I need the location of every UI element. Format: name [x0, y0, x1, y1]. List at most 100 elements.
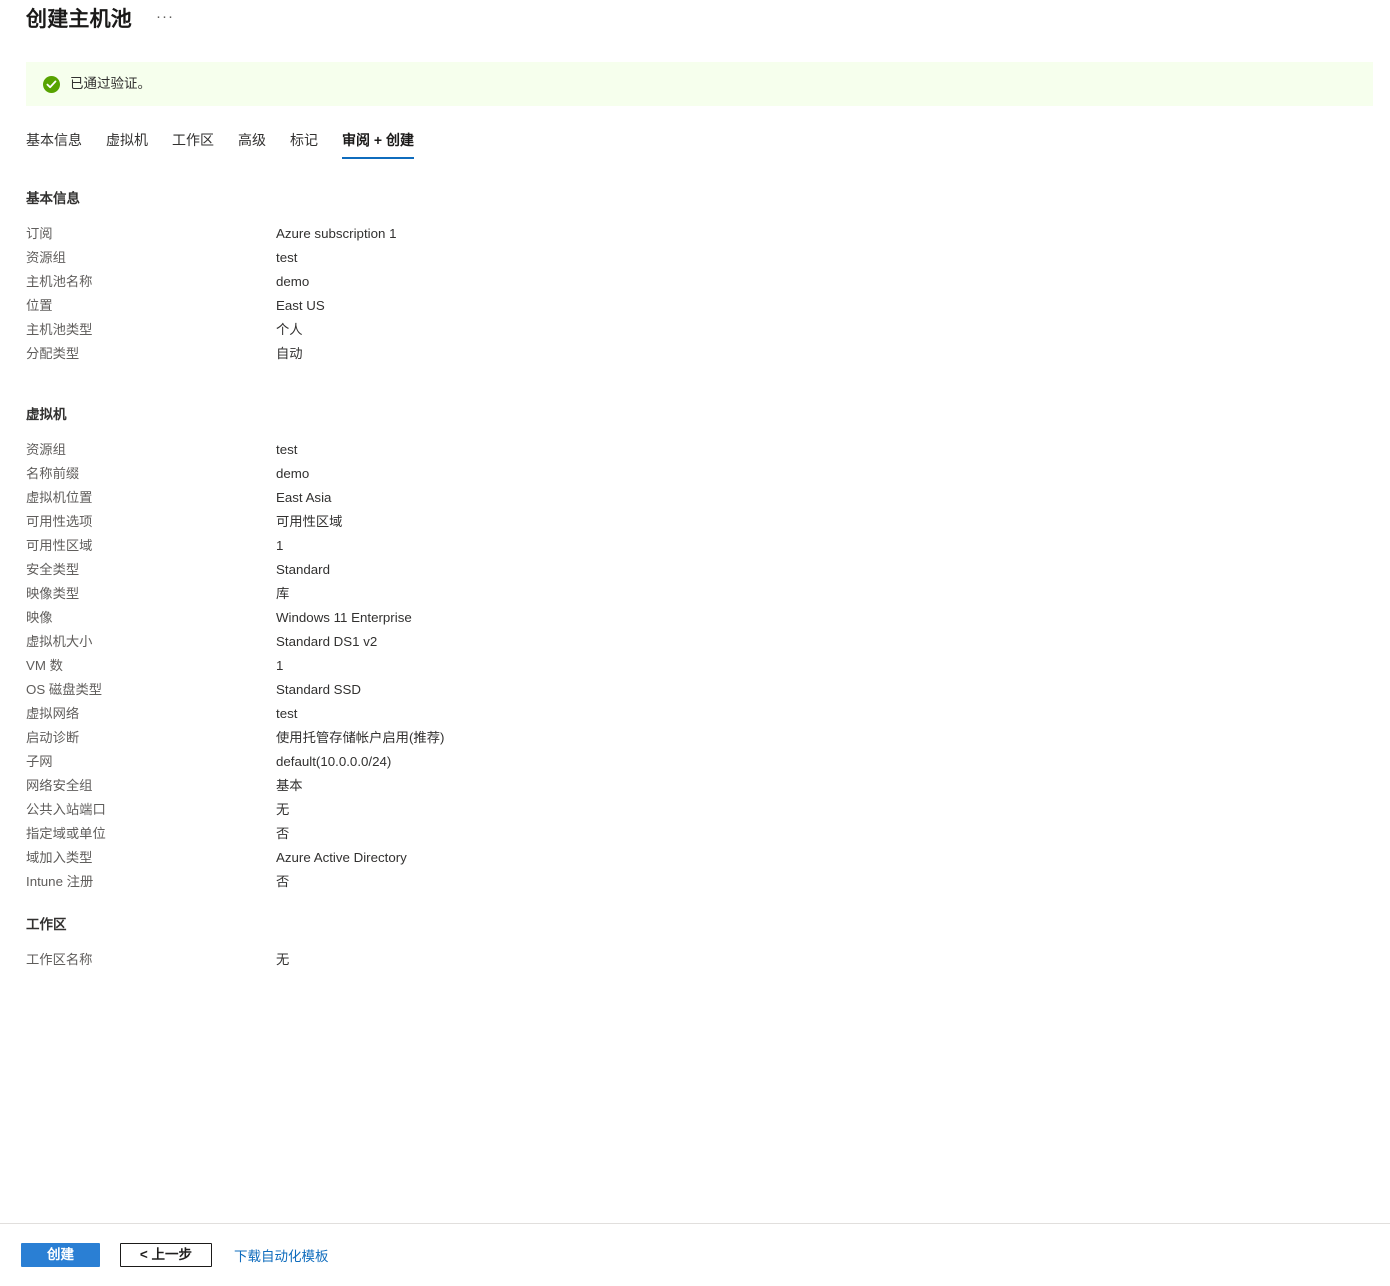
- row-value: 1: [276, 658, 284, 673]
- row-label: 子网: [26, 754, 53, 769]
- row-label: 虚拟机大小: [26, 634, 93, 649]
- page-header: 创建主机池 ···: [0, 0, 1390, 40]
- row-assignment-type: 分配类型 自动: [26, 342, 1390, 366]
- row-label: 映像类型: [26, 586, 80, 601]
- row-value: Standard SSD: [276, 682, 362, 697]
- download-template-button[interactable]: 下载自动化模板: [234, 1245, 329, 1265]
- row-value: demo: [276, 274, 310, 289]
- row-value: 库: [276, 586, 290, 601]
- row-label: Intune 注册: [26, 874, 94, 889]
- row-label: 可用性区域: [26, 538, 93, 553]
- section-virtual-machines-title: 虚拟机: [26, 407, 67, 422]
- validation-banner: 已通过验证。: [26, 62, 1373, 106]
- row-vm-resource-group: 资源组 test: [26, 438, 1390, 462]
- row-value: 无: [276, 952, 290, 967]
- row-host-pool-name: 主机池名称 demo: [26, 270, 1390, 294]
- more-options-icon[interactable]: ···: [152, 6, 178, 34]
- row-image: 映像 Windows 11 Enterprise: [26, 606, 1390, 630]
- validation-banner-text: 已通过验证。: [70, 76, 151, 92]
- row-value: 1: [276, 538, 284, 553]
- row-value: test: [276, 250, 298, 265]
- row-label: 工作区名称: [26, 952, 93, 967]
- row-value: 个人: [276, 322, 303, 337]
- row-value: Standard DS1 v2: [276, 634, 378, 649]
- row-vm-size: 虚拟机大小 Standard DS1 v2: [26, 630, 1390, 654]
- row-virtual-network: 虚拟网络 test: [26, 702, 1390, 726]
- row-label: 网络安全组: [26, 778, 93, 793]
- row-value: default(10.0.0.0/24): [276, 754, 392, 769]
- create-button[interactable]: 创建: [21, 1243, 100, 1267]
- row-availability-zone: 可用性区域 1: [26, 534, 1390, 558]
- row-label: 启动诊断: [26, 730, 80, 745]
- section-workspace-title: 工作区: [26, 917, 67, 932]
- row-image-type: 映像类型 库: [26, 582, 1390, 606]
- row-label: 订阅: [26, 226, 53, 241]
- row-label: 域加入类型: [26, 850, 93, 865]
- row-workspace-name: 工作区名称 无: [26, 948, 1390, 972]
- row-boot-diagnostics: 启动诊断 使用托管存储帐户启用(推荐): [26, 726, 1390, 750]
- section-workspace: 工作区 工作区名称 无: [0, 916, 1390, 972]
- check-circle-icon: [43, 75, 60, 93]
- row-name-prefix: 名称前缀 demo: [26, 462, 1390, 486]
- row-value: 否: [276, 874, 290, 889]
- wizard-tabs: 基本信息 虚拟机 工作区 高级 标记 审阅 + 创建: [26, 131, 426, 159]
- row-label: 映像: [26, 610, 53, 625]
- review-content: 基本信息 订阅 Azure subscription 1 资源组 test 主机…: [0, 190, 1390, 1226]
- row-label: 位置: [26, 298, 53, 313]
- tab-tags[interactable]: 标记: [278, 131, 330, 159]
- row-label: 虚拟机位置: [26, 490, 93, 505]
- row-resource-group: 资源组 test: [26, 246, 1390, 270]
- row-value: 无: [276, 802, 290, 817]
- row-availability-option: 可用性选项 可用性区域: [26, 510, 1390, 534]
- row-value: East Asia: [276, 490, 332, 505]
- row-host-pool-type: 主机池类型 个人: [26, 318, 1390, 342]
- row-label: 主机池名称: [26, 274, 93, 289]
- row-value: Standard: [276, 562, 330, 577]
- row-value: Azure Active Directory: [276, 850, 407, 865]
- row-value: demo: [276, 466, 310, 481]
- tab-basics[interactable]: 基本信息: [26, 131, 94, 159]
- row-label: 虚拟网络: [26, 706, 80, 721]
- row-label: 主机池类型: [26, 322, 93, 337]
- row-label: 可用性选项: [26, 514, 93, 529]
- row-vm-count: VM 数 1: [26, 654, 1390, 678]
- row-location: 位置 East US: [26, 294, 1390, 318]
- row-network-security-group: 网络安全组 基本: [26, 774, 1390, 798]
- row-domain-join-type: 域加入类型 Azure Active Directory: [26, 846, 1390, 870]
- row-value: test: [276, 442, 298, 457]
- row-value: 使用托管存储帐户启用(推荐): [276, 730, 445, 745]
- previous-button[interactable]: < 上一步: [120, 1243, 212, 1267]
- tab-review-create[interactable]: 审阅 + 创建: [330, 131, 426, 159]
- row-label: 资源组: [26, 250, 66, 265]
- row-value: East US: [276, 298, 325, 313]
- section-virtual-machines: 虚拟机 资源组 test 名称前缀 demo 虚拟机位置 East Asia 可…: [0, 406, 1390, 894]
- row-value: 可用性区域: [276, 514, 343, 529]
- row-label: OS 磁盘类型: [26, 682, 103, 697]
- section-basics: 基本信息 订阅 Azure subscription 1 资源组 test 主机…: [0, 190, 1390, 366]
- row-os-disk-type: OS 磁盘类型 Standard SSD: [26, 678, 1390, 702]
- tab-virtual-machines[interactable]: 虚拟机: [94, 131, 160, 159]
- row-label: 名称前缀: [26, 466, 80, 481]
- row-value: Azure subscription 1: [276, 226, 397, 241]
- row-vm-location: 虚拟机位置 East Asia: [26, 486, 1390, 510]
- row-label: 资源组: [26, 442, 66, 457]
- row-label: VM 数: [26, 658, 63, 673]
- row-label: 安全类型: [26, 562, 80, 577]
- row-label: 公共入站端口: [26, 802, 106, 817]
- row-label: 指定域或单位: [26, 826, 106, 841]
- row-intune-enrollment: Intune 注册 否: [26, 870, 1390, 894]
- row-security-type: 安全类型 Standard: [26, 558, 1390, 582]
- row-value: 否: [276, 826, 290, 841]
- row-value: 自动: [276, 346, 303, 361]
- row-value: test: [276, 706, 298, 721]
- row-subnet: 子网 default(10.0.0.0/24): [26, 750, 1390, 774]
- row-public-inbound-ports: 公共入站端口 无: [26, 798, 1390, 822]
- wizard-footer: 创建 < 上一步 下载自动化模板: [0, 1223, 1390, 1286]
- page-title: 创建主机池: [26, 8, 132, 31]
- tab-advanced[interactable]: 高级: [226, 131, 278, 159]
- section-basics-title: 基本信息: [26, 191, 80, 206]
- tab-workspace[interactable]: 工作区: [160, 131, 226, 159]
- row-label: 分配类型: [26, 346, 80, 361]
- row-subscription: 订阅 Azure subscription 1: [26, 222, 1390, 246]
